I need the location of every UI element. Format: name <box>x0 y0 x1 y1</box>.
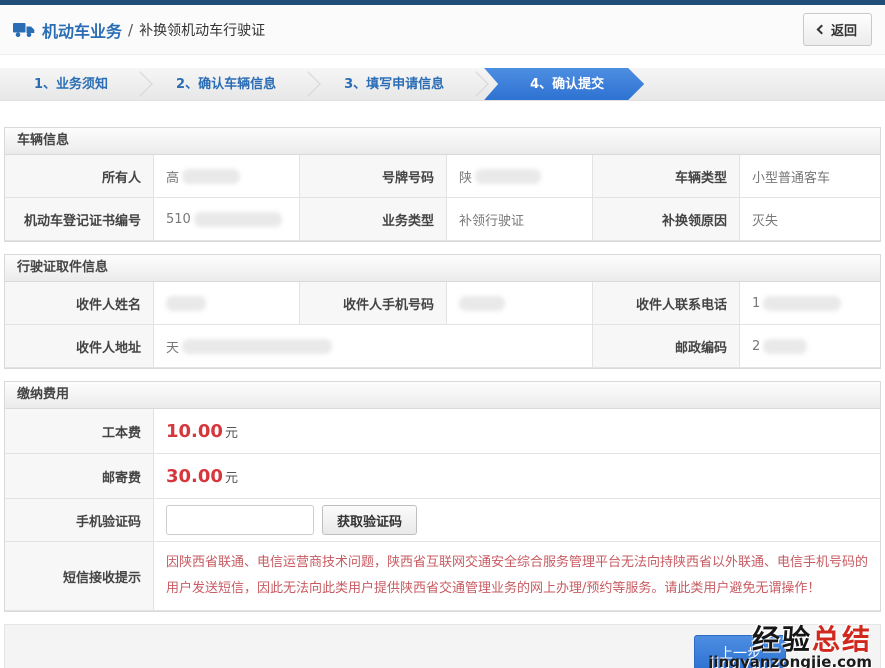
postage-fee-unit: 元 <box>225 467 238 486</box>
reg-cert-number-label: 机动车登记证书编号 <box>5 198 154 241</box>
vehicle-type-label: 车辆类型 <box>593 155 740 198</box>
postage-fee-amount: 30.00 <box>166 466 223 487</box>
replace-reason-value: 灭失 <box>740 198 880 241</box>
postage-fee-value: 30.00 元 <box>154 454 880 499</box>
owner-value: 高 <box>154 155 300 198</box>
recipient-phone-label: 收件人联系电话 <box>593 282 740 325</box>
fees-table: 工本费 10.00 元 邮寄费 30.00 元 手机验证码 获取验证码 短信接收… <box>5 409 880 611</box>
breadcrumb-current: 补换领机动车行驶证 <box>139 20 265 40</box>
sms-code-label: 手机验证码 <box>5 499 154 542</box>
redacted-owner <box>182 169 240 184</box>
recipient-phone-value-text: 1 <box>752 296 760 311</box>
postal-code-value-text: 2 <box>752 339 760 354</box>
business-type-label: 业务类型 <box>300 198 447 241</box>
plate-number-label: 号牌号码 <box>300 155 447 198</box>
footer-bar: 上一步 经验总结 jingyanzongjie.com <box>4 624 881 668</box>
sms-code-row: 获取验证码 <box>154 499 880 542</box>
vehicle-info-title: 车辆信息 <box>5 128 880 155</box>
main-content: 车辆信息 所有人 高 号牌号码 陕 车辆类型 小型普通客车 机动车登记证书编号 … <box>0 127 885 668</box>
redacted-recipient-mobile <box>459 296 505 311</box>
plate-number-value: 陕 <box>447 155 593 198</box>
recipient-mobile-value <box>447 282 593 325</box>
breadcrumb-separator: / <box>128 21 133 39</box>
previous-step-button[interactable]: 上一步 <box>694 635 786 668</box>
redacted-recipient-phone <box>763 296 841 311</box>
step-4-confirm-submit[interactable]: 4、确认提交 <box>484 68 644 100</box>
plate-value-text: 陕 <box>459 167 472 186</box>
back-chevron-icon <box>817 25 827 35</box>
pickup-info-title: 行驶证取件信息 <box>5 255 880 282</box>
owner-value-text: 高 <box>166 167 179 186</box>
sms-notice-row: 因陕西省联通、电信运营商技术问题，陕西省互联网交通安全综合服务管理平台无法向持陕… <box>154 542 880 611</box>
recipient-address-label: 收件人地址 <box>5 325 154 368</box>
reg-cert-value-text: 510 <box>166 212 191 227</box>
recipient-name-label: 收件人姓名 <box>5 282 154 325</box>
cost-fee-unit: 元 <box>225 422 238 441</box>
reg-cert-number-value: 510 <box>154 198 300 241</box>
postal-code-label: 邮政编码 <box>593 325 740 368</box>
business-type-value: 补领行驶证 <box>447 198 593 241</box>
redacted-recipient-address <box>182 339 332 354</box>
get-code-button[interactable]: 获取验证码 <box>322 505 417 535</box>
vehicle-info-section: 车辆信息 所有人 高 号牌号码 陕 车辆类型 小型普通客车 机动车登记证书编号 … <box>4 127 881 242</box>
truck-icon <box>13 22 35 38</box>
cost-fee-label: 工本费 <box>5 409 154 454</box>
step-1-business-notice[interactable]: 1、业务须知 <box>0 68 142 100</box>
step-3-fill-application-info[interactable]: 3、填写申请信息 <box>310 68 478 100</box>
step-nav: 1、业务须知 2、确认车辆信息 3、填写申请信息 4、确认提交 <box>0 68 885 101</box>
page-title: 机动车业务 <box>42 18 122 42</box>
replace-reason-label: 补换领原因 <box>593 198 740 241</box>
sms-notice-text: 因陕西省联通、电信运营商技术问题，陕西省互联网交通安全综合服务管理平台无法向持陕… <box>166 544 868 608</box>
sms-notice-label: 短信接收提示 <box>5 542 154 611</box>
pickup-info-section: 行驶证取件信息 收件人姓名 收件人手机号码 收件人联系电话 1 收件人地址 天 … <box>4 254 881 369</box>
redacted-postal-code <box>763 339 807 354</box>
vehicle-info-table: 所有人 高 号牌号码 陕 车辆类型 小型普通客车 机动车登记证书编号 510 业… <box>5 155 880 241</box>
recipient-mobile-label: 收件人手机号码 <box>300 282 447 325</box>
postage-fee-label: 邮寄费 <box>5 454 154 499</box>
page-header: 机动车业务 / 补换领机动车行驶证 返回 <box>0 5 885 55</box>
recipient-address-value-text: 天 <box>166 337 179 356</box>
pickup-info-table: 收件人姓名 收件人手机号码 收件人联系电话 1 收件人地址 天 邮政编码 2 <box>5 282 880 368</box>
redacted-plate <box>475 169 541 184</box>
owner-label: 所有人 <box>5 155 154 198</box>
step-1-label: 1、业务须知 <box>34 77 108 92</box>
postal-code-value: 2 <box>740 325 880 368</box>
recipient-name-value <box>154 282 300 325</box>
step-2-confirm-vehicle-info[interactable]: 2、确认车辆信息 <box>142 68 310 100</box>
redacted-recipient-name <box>166 296 206 311</box>
watermark-text-red: 总结 <box>812 623 872 656</box>
sms-code-input[interactable] <box>166 505 314 535</box>
recipient-phone-value: 1 <box>740 282 880 325</box>
fees-section: 缴纳费用 工本费 10.00 元 邮寄费 30.00 元 手机验证码 获取验证码… <box>4 381 881 612</box>
vehicle-type-value: 小型普通客车 <box>740 155 880 198</box>
step-4-label: 4、确认提交 <box>530 77 604 92</box>
step-2-label: 2、确认车辆信息 <box>176 77 276 92</box>
redacted-reg-cert <box>194 212 282 227</box>
back-button-label: 返回 <box>831 20 857 39</box>
cost-fee-amount: 10.00 <box>166 421 223 442</box>
back-button[interactable]: 返回 <box>803 13 872 46</box>
fees-title: 缴纳费用 <box>5 382 880 409</box>
step-3-label: 3、填写申请信息 <box>344 77 444 92</box>
recipient-address-value: 天 <box>154 325 593 368</box>
cost-fee-value: 10.00 元 <box>154 409 880 454</box>
